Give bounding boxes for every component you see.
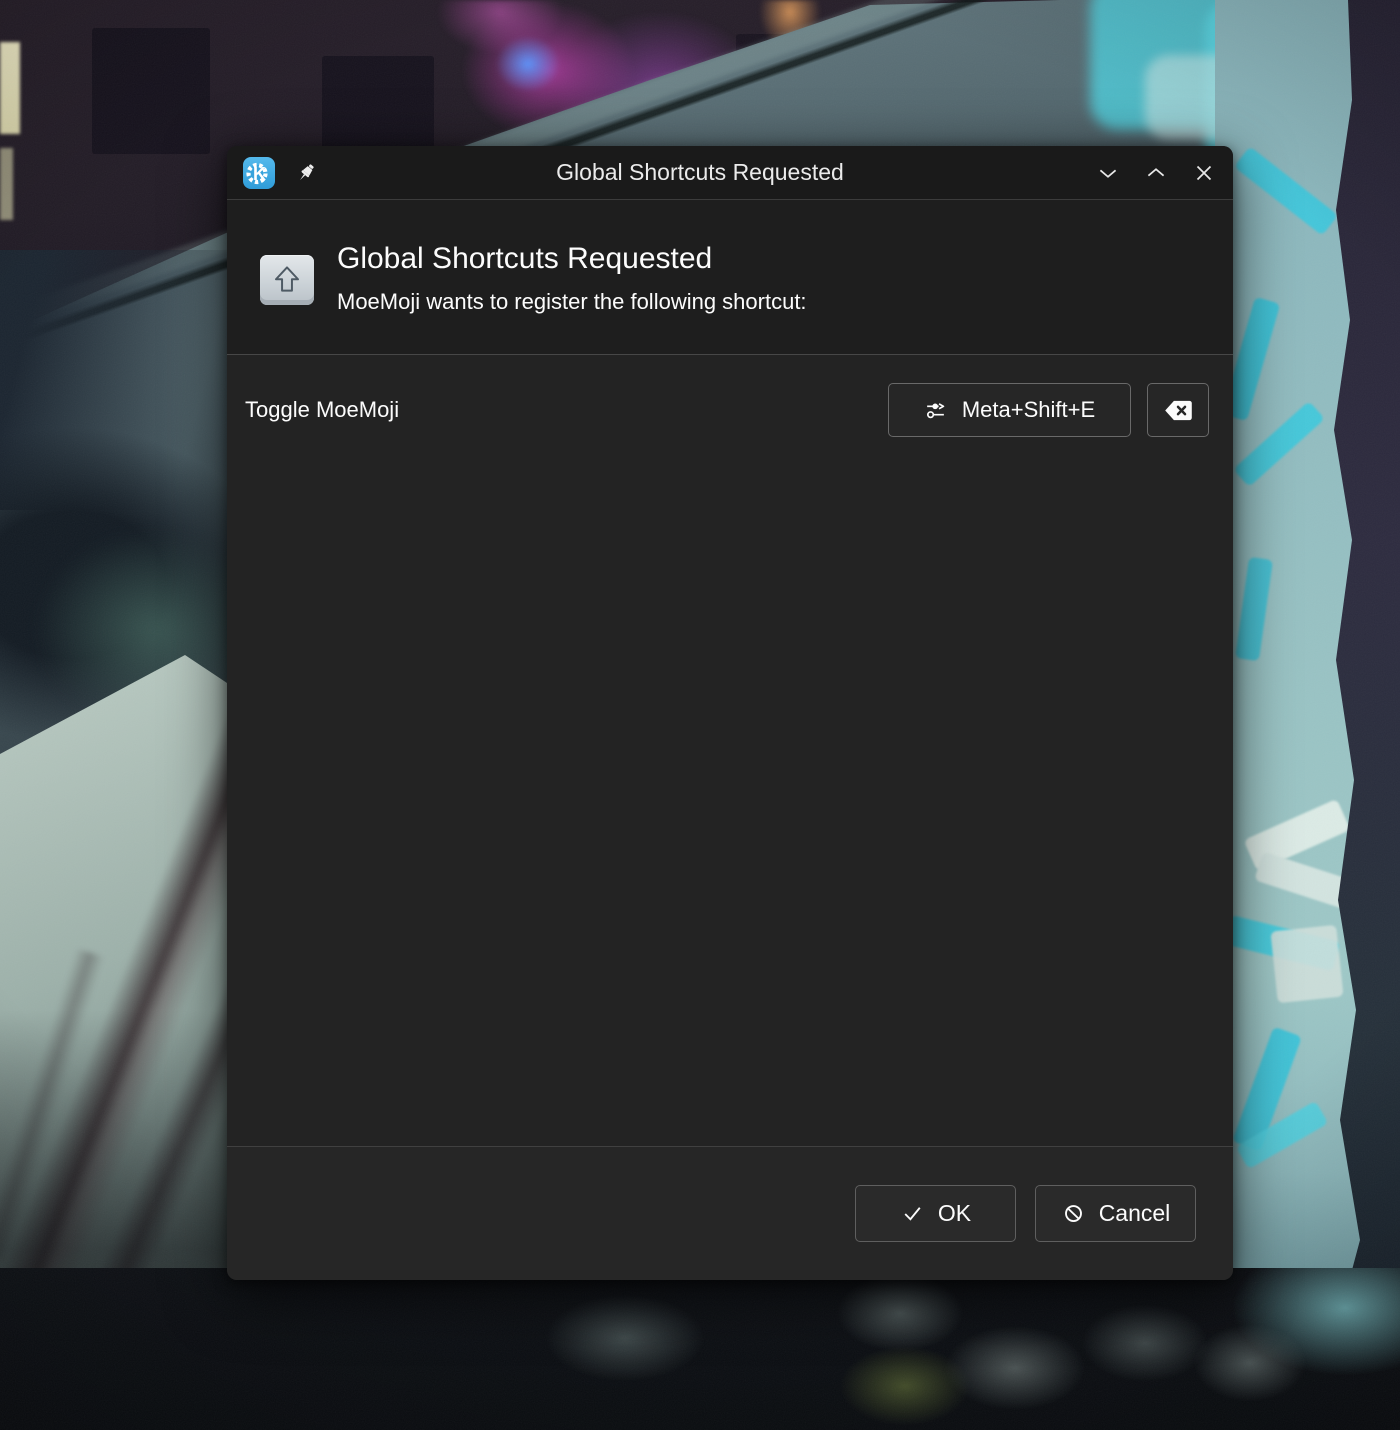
- chevron-up-icon: [1143, 160, 1169, 186]
- sliders-icon: [924, 399, 947, 422]
- kde-logo-letter: K: [253, 164, 266, 184]
- shortcut-row: Toggle MoeMoji Meta+Shift+E: [245, 383, 1209, 437]
- window-controls: [1095, 160, 1217, 186]
- shift-key-icon: [260, 255, 314, 305]
- ok-button[interactable]: OK: [855, 1185, 1016, 1242]
- dialog-title: Global Shortcuts Requested: [337, 242, 807, 276]
- dialog-header: Global Shortcuts Requested MoeMoji wants…: [227, 200, 1233, 355]
- kde-logo-icon[interactable]: K: [243, 157, 275, 189]
- dialog-header-text: Global Shortcuts Requested MoeMoji wants…: [337, 242, 807, 354]
- titlebar[interactable]: K Global Shortcuts Requested: [227, 146, 1233, 200]
- shortcut-key-text: Meta+Shift+E: [962, 397, 1095, 423]
- shortcut-key-button[interactable]: Meta+Shift+E: [888, 383, 1131, 437]
- dialog-subtitle: MoeMoji wants to register the following …: [337, 289, 807, 315]
- check-icon: [900, 1201, 925, 1226]
- cancel-button[interactable]: Cancel: [1035, 1185, 1196, 1242]
- global-shortcuts-dialog: K Global Shortcuts Requested: [227, 146, 1233, 1280]
- window-title: Global Shortcuts Requested: [347, 159, 1053, 186]
- pin-icon[interactable]: [293, 160, 319, 186]
- cancel-button-label: Cancel: [1099, 1200, 1171, 1227]
- close-button[interactable]: [1191, 160, 1217, 186]
- minimize-button[interactable]: [1095, 160, 1121, 186]
- close-icon: [1191, 160, 1217, 186]
- clear-shortcut-button[interactable]: [1147, 383, 1209, 437]
- maximize-button[interactable]: [1143, 160, 1169, 186]
- desktop: K Global Shortcuts Requested: [0, 0, 1400, 1430]
- ok-button-label: OK: [938, 1200, 971, 1227]
- dialog-content: Toggle MoeMoji Meta+Shift+E: [227, 355, 1233, 1146]
- chevron-down-icon: [1095, 160, 1121, 186]
- shortcut-actions: Meta+Shift+E: [888, 383, 1209, 437]
- shortcut-label: Toggle MoeMoji: [245, 397, 399, 423]
- cancel-icon: [1061, 1201, 1086, 1226]
- dialog-footer: OK Cancel: [227, 1146, 1233, 1280]
- backspace-icon: [1164, 399, 1193, 422]
